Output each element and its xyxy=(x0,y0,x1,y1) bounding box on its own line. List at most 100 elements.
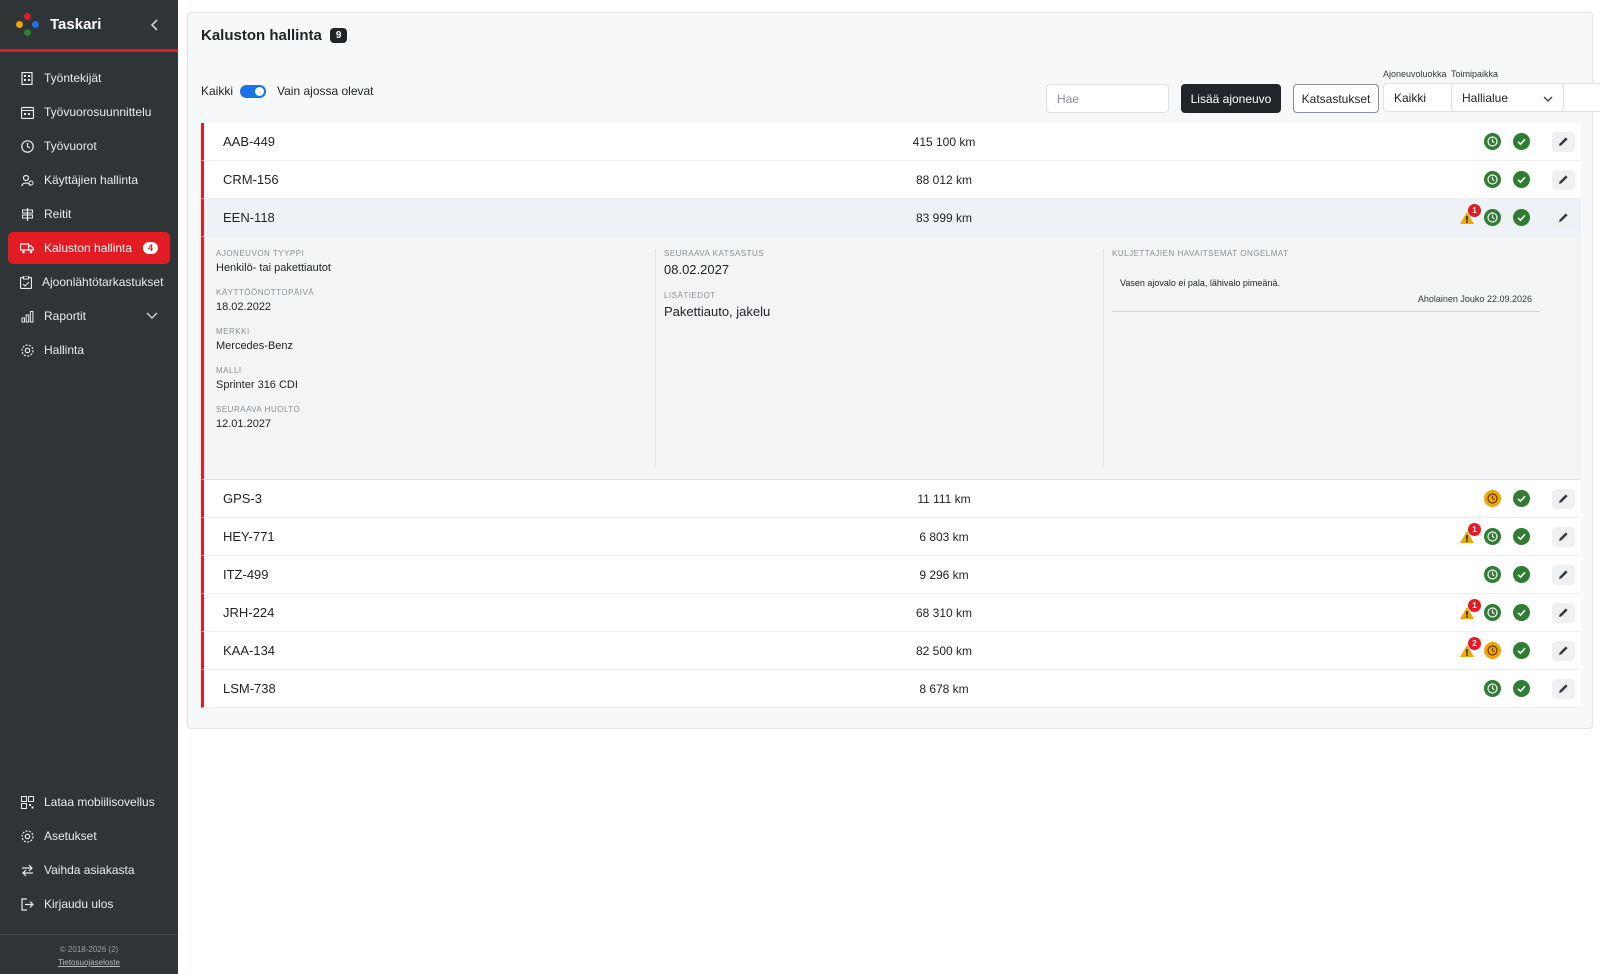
privacy-link[interactable]: Tietosuojaseloste xyxy=(0,956,178,969)
sidebar-item-asetukset[interactable]: Asetukset xyxy=(8,820,170,852)
location-value: Hallialue xyxy=(1462,90,1509,105)
check-status-icon xyxy=(1513,209,1530,226)
edit-button[interactable] xyxy=(1552,131,1575,152)
table-row[interactable]: ITZ-499 9 296 km xyxy=(201,556,1581,594)
clock-status-icon xyxy=(1484,642,1501,659)
sidebar-item-tyontekijat[interactable]: Työntekijät xyxy=(8,62,170,94)
warning-icon[interactable]: 1 xyxy=(1454,598,1481,623)
start-date-label: KÄYTTÖÖNOTTOPÄIVÄ xyxy=(216,288,315,297)
running-only-toggle[interactable] xyxy=(240,84,267,98)
plate-number: KAA-134 xyxy=(223,643,276,658)
sidebar-nav: Työntekijät Työvuorosuunnittelu Työvuoro… xyxy=(0,62,178,366)
edit-button[interactable] xyxy=(1552,678,1575,699)
sidebar-item-label: Työntekijät xyxy=(44,71,102,85)
page-title-text: Kaluston hallinta xyxy=(201,27,322,44)
edit-button[interactable] xyxy=(1552,640,1575,661)
chevron-down-icon xyxy=(1543,91,1553,105)
swap-icon xyxy=(20,863,34,877)
location-select[interactable]: Hallialue xyxy=(1451,83,1564,112)
edit-button[interactable] xyxy=(1552,564,1575,585)
status-icons: 2 xyxy=(1454,632,1575,670)
pencil-icon xyxy=(1559,646,1568,655)
edit-button[interactable] xyxy=(1552,488,1575,509)
collapse-sidebar-button[interactable] xyxy=(148,18,162,32)
edit-button[interactable] xyxy=(1552,602,1575,623)
sidebar-item-reitit[interactable]: Reitit xyxy=(8,198,170,230)
sidebar-item-label: Kirjaudu ulos xyxy=(44,897,114,911)
extra-info-value: Pakettiauto, jakelu xyxy=(664,304,771,319)
sidebar-item-tyovuorot[interactable]: Työvuorot xyxy=(8,130,170,162)
clock-status-icon xyxy=(1484,528,1501,545)
taskari-logo-icon xyxy=(16,12,40,37)
edit-button[interactable] xyxy=(1552,207,1575,228)
sidebar-item-vaihda-asiakasta[interactable]: Vaihda asiakasta xyxy=(8,854,170,886)
check-status-icon xyxy=(1513,604,1530,621)
warning-count-badge: 1 xyxy=(1468,598,1481,612)
inspections-button[interactable]: Katsastukset xyxy=(1293,84,1379,113)
odometer: 82 500 km xyxy=(915,643,973,658)
sidebar-item-kaluston-hallinta[interactable]: Kaluston hallinta 4 xyxy=(8,232,170,264)
clock-status-icon xyxy=(1484,490,1501,507)
table-row[interactable]: KAA-134 82 500 km 2 xyxy=(201,632,1581,670)
table-row[interactable]: HEY-771 6 803 km 1 xyxy=(201,518,1581,556)
clock-icon xyxy=(20,139,34,153)
clock-status-icon xyxy=(1484,209,1501,226)
table-row[interactable]: AAB-449 415 100 km xyxy=(201,123,1581,161)
sidebar-item-kayttajien-hallinta[interactable]: Käyttäjien hallinta xyxy=(8,164,170,196)
pencil-icon xyxy=(1559,494,1568,503)
status-icons: 1 xyxy=(1454,594,1575,632)
users-icon xyxy=(20,173,34,187)
sidebar-item-raportit[interactable]: Raportit xyxy=(8,300,170,332)
sidebar-footer: © 2018-2026 (2) Tietosuojaseloste xyxy=(0,934,178,969)
sidebar-item-label: Ajoonlähtötarkastukset xyxy=(42,275,164,289)
model-label: MALLI xyxy=(216,366,242,375)
empty-warning-slot xyxy=(1454,565,1480,585)
sidebar-item-ajoonlahtotarkastukset[interactable]: Ajoonlähtötarkastukset xyxy=(8,266,170,298)
page-title: Kaluston hallinta 9 xyxy=(201,27,348,44)
edit-button[interactable] xyxy=(1552,169,1575,190)
plate-number: ITZ-499 xyxy=(223,567,269,582)
sidebar-item-tyovuorosuunnittelu[interactable]: Työvuorosuunnittelu xyxy=(8,96,170,128)
issue-meta: Aholainen Jouko 22.09.2026 xyxy=(1417,294,1532,304)
warning-icon[interactable]: 1 xyxy=(1454,203,1481,228)
chevron-down-icon[interactable] xyxy=(146,309,158,323)
warning-icon[interactable]: 1 xyxy=(1454,522,1481,547)
clock-status-icon xyxy=(1484,171,1501,188)
table-row[interactable]: GPS-3 11 111 km xyxy=(201,480,1581,518)
check-status-icon xyxy=(1513,566,1530,583)
table-row[interactable]: CRM-156 88 012 km xyxy=(201,161,1581,199)
odometer: 83 999 km xyxy=(915,210,973,225)
details-column-inspection: SEURAAVA KATSASTUS 08.02.2027 LISÄTIEDOT… xyxy=(664,249,1104,467)
add-vehicle-button[interactable]: Lisää ajoneuvo xyxy=(1181,84,1281,113)
chart-icon xyxy=(20,309,34,323)
sidebar-item-lataa-mobiilisovellus[interactable]: Lataa mobiilisovellus xyxy=(8,786,170,818)
edit-button[interactable] xyxy=(1552,526,1575,547)
search-input[interactable] xyxy=(1046,84,1169,113)
vehicle-class-value: Kaikki xyxy=(1394,90,1427,105)
issue-item: Vasen ajovalo ei pala, lähivalo pimeänä.… xyxy=(1112,272,1540,312)
clock-status-icon xyxy=(1484,680,1501,697)
pencil-icon xyxy=(1559,608,1568,617)
status-icons xyxy=(1454,480,1575,518)
sidebar-item-label: Vaihda asiakasta xyxy=(44,863,135,877)
running-filter: Kaikki Vain ajossa olevat xyxy=(201,84,374,98)
table-row-expanded[interactable]: EEN-118 83 999 km 1 xyxy=(201,199,1581,237)
table-row[interactable]: JRH-224 68 310 km 1 xyxy=(201,594,1581,632)
table-row[interactable]: LSM-738 8 678 km xyxy=(201,670,1581,708)
sidebar-item-hallinta[interactable]: Hallinta xyxy=(8,334,170,366)
warning-icon[interactable]: 2 xyxy=(1454,636,1481,661)
sidebar-item-label: Kaluston hallinta xyxy=(44,241,133,255)
plate-number: CRM-156 xyxy=(223,172,279,187)
issue-text: Vasen ajovalo ei pala, lähivalo pimeänä. xyxy=(1120,278,1280,288)
plate-number: AAB-449 xyxy=(223,134,276,149)
sidebar-item-label: Työvuorosuunnittelu xyxy=(44,105,152,119)
sidebar: Taskari Työntekijät Työvuorosuunnittelu … xyxy=(0,0,178,974)
clipboard-icon xyxy=(20,275,32,289)
warning-count-badge: 1 xyxy=(1468,203,1481,217)
service-label: SEURAAVA HUOLTO xyxy=(216,405,301,414)
app-name: Taskari xyxy=(50,16,102,33)
sidebar-item-kirjaudu-ulos[interactable]: Kirjaudu ulos xyxy=(8,888,170,920)
sidebar-item-label: Lataa mobiilisovellus xyxy=(44,795,155,809)
pencil-icon xyxy=(1559,175,1568,184)
signpost-icon xyxy=(20,207,34,221)
